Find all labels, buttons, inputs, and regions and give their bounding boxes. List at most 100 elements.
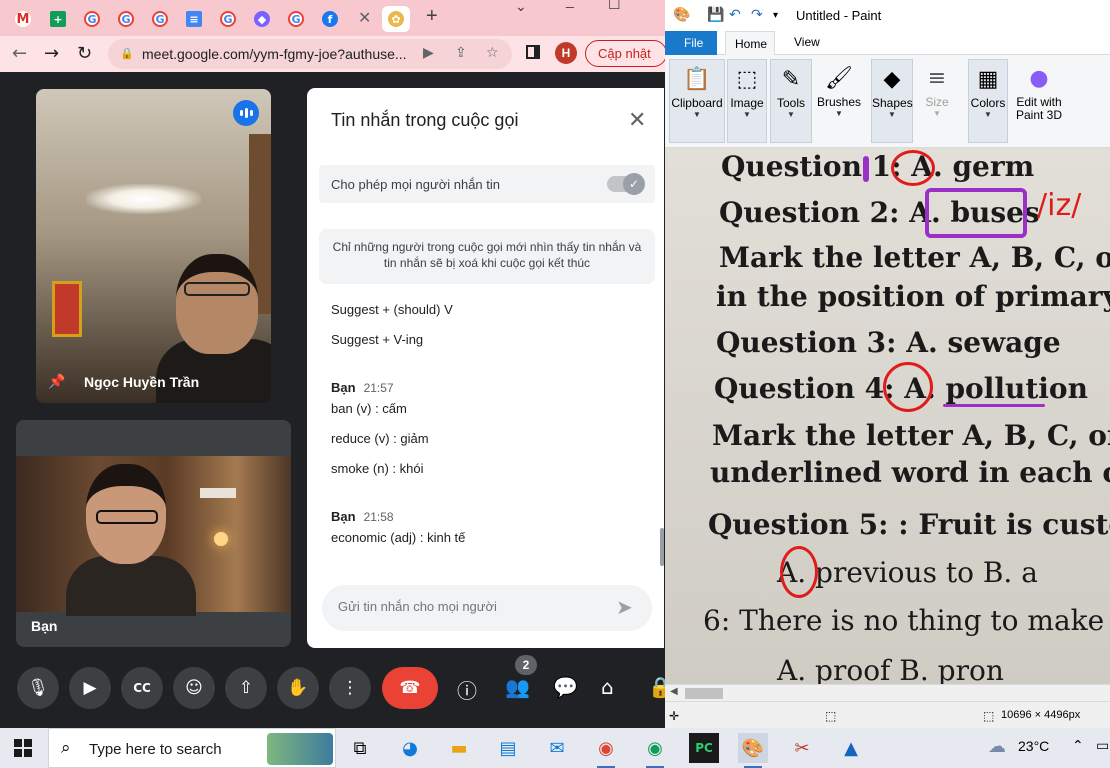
reload-icon[interactable]: ↻ xyxy=(77,43,92,64)
selection-size-icon: ⬚ xyxy=(825,709,837,723)
chrome-icon[interactable]: ◉ xyxy=(640,733,670,768)
url-text[interactable]: meet.google.com/yym-fgmy-joe?authuse... xyxy=(142,46,414,62)
air-conditioner xyxy=(200,488,236,498)
meeting-info-icon[interactable]: ⓘ xyxy=(457,675,477,704)
taskbar-search[interactable]: ⌕ Type here to search xyxy=(48,728,336,768)
captions-button[interactable]: CC xyxy=(121,667,163,709)
close-tab-icon[interactable]: ✕ xyxy=(358,8,371,28)
ribbon-tabs: File Home View xyxy=(665,31,1110,56)
send-icon[interactable]: ➤ xyxy=(616,595,633,619)
reactions-button[interactable]: ☺ xyxy=(173,667,215,709)
windows-start-icon[interactable] xyxy=(14,739,32,757)
paint-window-title: Untitled - Paint xyxy=(796,8,882,23)
self-name: Bạn xyxy=(31,618,58,634)
task-view-icon[interactable]: ⧉ xyxy=(345,733,375,763)
message-input[interactable] xyxy=(338,599,598,614)
new-tab-icon[interactable]: + xyxy=(426,5,438,28)
self-tile[interactable]: Bạn xyxy=(16,420,291,647)
chat-message: Suggest + V-ing xyxy=(331,332,424,347)
chat-message: economic (adj) : kinh tế xyxy=(331,530,466,545)
gmail-icon: M xyxy=(15,11,31,27)
raise-hand-button[interactable]: ✋ xyxy=(277,667,319,709)
mail-icon[interactable]: ✉ xyxy=(542,733,572,763)
dropdown-arrow-icon: ▼ xyxy=(693,110,701,119)
photos-icon[interactable]: ▲ xyxy=(836,733,866,763)
tab-google-4[interactable]: G xyxy=(214,6,242,32)
chat-scrollbar[interactable] xyxy=(660,528,664,566)
back-icon[interactable]: ← xyxy=(12,43,27,64)
tab-home[interactable]: Home xyxy=(725,31,775,56)
scrollbar-thumb[interactable] xyxy=(685,688,723,699)
address-bar[interactable]: 🔒 meet.google.com/yym-fgmy-joe?authuse..… xyxy=(108,39,512,69)
participant-tile[interactable]: 📌 Ngọc Huyền Trần xyxy=(36,89,271,403)
temperature[interactable]: 23°C xyxy=(1018,738,1049,754)
allow-messages-toggle[interactable]: ✓ xyxy=(607,173,645,195)
camera-button[interactable]: ▶ xyxy=(69,667,111,709)
side-panel-icon[interactable] xyxy=(526,45,540,59)
show-hidden-icons-icon[interactable]: ⌃ xyxy=(1072,738,1084,754)
tab-gmail[interactable]: M xyxy=(9,6,37,32)
paint-taskbar-icon[interactable]: 🎨 xyxy=(738,733,768,768)
customize-toolbar-icon[interactable]: ▾ xyxy=(773,10,778,21)
undo-icon[interactable]: ↶ xyxy=(729,7,741,23)
size-group[interactable]: ≡ Size ▼ xyxy=(918,59,956,143)
tools-group[interactable]: ✎ Tools ▼ xyxy=(770,59,812,143)
minimize-icon[interactable]: _ xyxy=(566,0,574,8)
chrome-profile-icon[interactable]: ◉ xyxy=(591,733,621,768)
pycharm-icon[interactable]: PC xyxy=(689,733,719,763)
network-icon[interactable]: ▭ xyxy=(1096,738,1109,754)
colors-group[interactable]: ▦ Colors ▼ xyxy=(968,59,1008,143)
tab-google-2[interactable]: G xyxy=(112,6,140,32)
emoji-icon: ☺ xyxy=(185,678,203,698)
clipboard-group[interactable]: 📋 Clipboard ▼ xyxy=(669,59,725,143)
store-icon[interactable]: ▤ xyxy=(493,733,523,763)
shapes-group[interactable]: ◆ Shapes ▼ xyxy=(871,59,913,143)
leave-call-button[interactable]: ☎ xyxy=(382,667,438,709)
dropdown-arrow-icon: ▼ xyxy=(743,110,751,119)
chat-title: Tin nhắn trong cuộc gọi xyxy=(331,110,519,130)
redo-icon[interactable]: ↷ xyxy=(751,7,763,23)
close-icon[interactable]: ✕ xyxy=(628,108,646,133)
bookmark-star-icon[interactable]: ☆ xyxy=(486,45,499,61)
horizontal-scrollbar[interactable]: ◀ xyxy=(665,684,1110,701)
paint3d-group[interactable]: ● Edit with Paint 3D xyxy=(1012,59,1066,143)
tab-search-icon[interactable]: ⌄ xyxy=(515,0,527,15)
camera-icon[interactable]: ▶ xyxy=(423,45,434,61)
paint-canvas[interactable]: Question 1: A. germ Question 2: A. buses… xyxy=(665,148,1110,684)
chat-icon[interactable]: 💬 xyxy=(553,675,578,699)
tab-google-3[interactable]: G xyxy=(146,6,174,32)
image-dimensions: 10696 × 4496px xyxy=(1001,709,1081,721)
scroll-left-icon[interactable]: ◀ xyxy=(670,686,678,697)
microphone-button[interactable]: 🎙 xyxy=(17,667,59,709)
brushes-group[interactable]: 🖌 Brushes ▼ xyxy=(815,59,863,143)
file-explorer-icon[interactable]: ▬ xyxy=(444,733,474,763)
forward-icon[interactable]: → xyxy=(44,43,59,64)
people-icon[interactable]: 👥 xyxy=(505,675,530,699)
dropdown-arrow-icon: ▼ xyxy=(835,109,843,118)
activities-icon[interactable]: ⌂ xyxy=(601,675,614,699)
tab-app[interactable]: ◆ xyxy=(248,6,276,32)
tab-view[interactable]: View xyxy=(794,35,820,49)
tab-google-1[interactable]: G xyxy=(78,6,106,32)
image-group[interactable]: ⬚ Image ▼ xyxy=(727,59,767,143)
search-icon: ⌕ xyxy=(61,738,71,758)
update-button[interactable]: Cập nhật xyxy=(585,40,667,67)
worksheet-line: Mark the letter A, B, C, or xyxy=(719,241,1110,274)
share-icon[interactable]: ⇪ xyxy=(455,45,467,61)
profile-avatar[interactable]: H xyxy=(555,42,577,64)
tab-sheets[interactable]: + xyxy=(44,6,72,32)
tab-google-5[interactable]: G xyxy=(282,6,310,32)
tab-file[interactable]: File xyxy=(665,31,717,55)
message-header: Bạn 21:58 xyxy=(331,509,394,524)
save-icon[interactable]: 💾 xyxy=(707,7,724,23)
snipping-tool-icon[interactable]: ✂ xyxy=(787,733,817,763)
tab-meet-active[interactable]: ✿ xyxy=(382,6,410,32)
maximize-icon[interactable]: ☐ xyxy=(608,0,621,13)
tab-facebook[interactable]: f xyxy=(316,6,344,32)
edge-icon[interactable]: ◕ xyxy=(395,733,425,763)
pin-icon[interactable]: 📌 xyxy=(48,373,65,390)
search-placeholder: Type here to search xyxy=(89,741,222,758)
more-options-button[interactable]: ⋮ xyxy=(329,667,371,709)
tab-docs[interactable]: ≡ xyxy=(180,6,208,32)
present-button[interactable]: ⇧ xyxy=(225,667,267,709)
